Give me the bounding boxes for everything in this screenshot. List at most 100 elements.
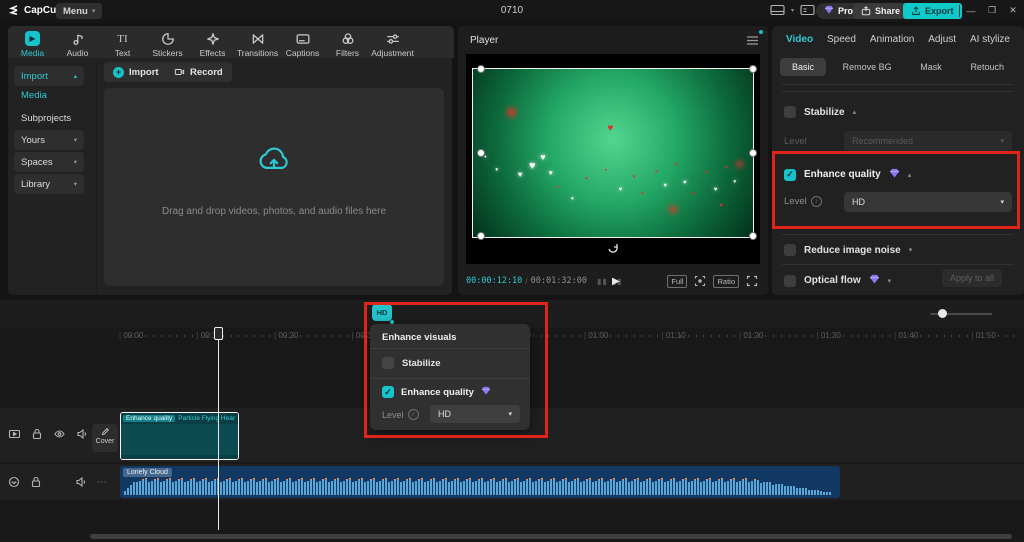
lock-icon[interactable]	[31, 428, 43, 440]
tab-label: Filters	[335, 48, 360, 58]
prev-frame-icon[interactable]: ▮▮	[597, 277, 608, 286]
export-button[interactable]: Export	[903, 3, 962, 19]
expand-icon[interactable]	[746, 275, 758, 287]
optical-flow-checkbox[interactable]	[784, 274, 796, 287]
horizontal-scrollbar[interactable]	[90, 534, 1012, 539]
chevron-down-icon[interactable]: ▾	[791, 7, 794, 14]
player-menu-icon[interactable]	[746, 30, 763, 49]
inspector-tab-adjust[interactable]: Adjust	[928, 34, 956, 45]
record-label: Record	[190, 66, 223, 78]
inspector-tab-video[interactable]: Video	[786, 34, 813, 45]
subtab-basic[interactable]: Basic	[780, 58, 827, 76]
player-stage: ♥ ♥ ♥ ♥ ♥ ♥ ♥ ♥ ♥ ♥ ♥ ♥ ♥ ♥ ♥ ♥ ♥ ♥ ♥ ♥ ♥ ♥ ♥ ♥ ♥ ♥ ♥	[466, 54, 760, 264]
tab-stickers[interactable]: Stickers	[145, 26, 190, 58]
sidebar-item-library[interactable]: Library ▾	[14, 174, 84, 194]
tab-media[interactable]: ▶ Media	[10, 26, 55, 58]
heart-particle: ♥	[691, 190, 695, 197]
heart-particle: ♥	[655, 168, 658, 175]
playhead-handle[interactable]	[214, 327, 223, 340]
layout-switch-icon[interactable]	[770, 4, 785, 16]
tab-transitions[interactable]: Transitions	[235, 26, 280, 58]
tab-label: Transitions	[236, 48, 279, 58]
eye-icon[interactable]	[53, 428, 66, 440]
chevron-down-icon[interactable]: ▾	[888, 277, 892, 285]
clip-name: Particle Flying Hear	[178, 415, 235, 422]
ruler-label: | 01:20	[739, 331, 764, 340]
speaker-icon[interactable]	[76, 428, 88, 440]
tab-audio[interactable]: Audio	[55, 26, 100, 58]
inspector-tab-animation[interactable]: Animation	[870, 34, 914, 45]
tab-text[interactable]: TI Text	[100, 26, 145, 59]
inspector-tab-ai-stylize[interactable]: AI stylize	[970, 34, 1010, 45]
enhance-quality-label: Enhance quality	[804, 169, 881, 180]
ruler-label: | 01:00	[584, 331, 609, 340]
subtab-remove-bg[interactable]: Remove BG	[831, 58, 904, 76]
focus-icon[interactable]	[694, 275, 706, 287]
selection-handle[interactable]	[477, 232, 485, 240]
heart-particle: ♥	[719, 203, 723, 210]
share-button[interactable]: Share	[853, 3, 909, 19]
popup-level-dropdown[interactable]: HD ▾	[430, 405, 520, 423]
rotate-handle-icon[interactable]	[607, 242, 619, 257]
subtab-mask[interactable]: Mask	[908, 58, 954, 76]
enhance-level-dropdown[interactable]: HD ▾	[844, 192, 1012, 212]
video-clip[interactable]: Enhance quality Particle Flying Hear	[120, 412, 239, 460]
more-icon[interactable]: ⋯	[97, 477, 108, 488]
audio-clip[interactable]: Lonely Cloud	[120, 466, 840, 498]
optical-flow-row: Optical flow ▾	[784, 274, 891, 287]
close-button[interactable]: ✕	[1008, 5, 1018, 16]
compact-layout-icon[interactable]	[800, 4, 815, 16]
subtab-retouch[interactable]: Retouch	[958, 58, 1016, 76]
heart-particle: ♥	[604, 167, 607, 173]
zoom-slider-track[interactable]	[930, 309, 992, 318]
ruler-label: | 01:40	[894, 331, 919, 340]
enhance-visuals-hd-button[interactable]: HD	[372, 304, 394, 324]
play-button[interactable]: ▶	[612, 276, 620, 287]
tab-filters[interactable]: Filters	[325, 26, 370, 58]
selection-handle[interactable]	[749, 232, 757, 240]
apply-to-all-button[interactable]: Apply to all	[942, 269, 1003, 287]
cover-button[interactable]: Cover	[92, 424, 118, 452]
video-preview[interactable]: ♥ ♥ ♥ ♥ ♥ ♥ ♥ ♥ ♥ ♥ ♥ ♥ ♥ ♥ ♥ ♥ ♥ ♥ ♥ ♥ ♥ ♥ ♥ ♥ ♥ ♥ ♥	[472, 68, 754, 238]
zoom-slider-handle[interactable]	[938, 309, 947, 318]
popup-stabilize-label: Stabilize	[402, 357, 441, 369]
tab-adjustment[interactable]: Adjustment	[370, 26, 415, 58]
sidebar-item-yours[interactable]: Yours ▾	[14, 130, 84, 150]
chevron-up-icon[interactable]: ▴	[908, 171, 912, 179]
tab-captions[interactable]: Captions	[280, 26, 325, 58]
full-screen-button[interactable]: Full	[667, 274, 688, 288]
selection-handle[interactable]	[749, 65, 757, 73]
lock-icon[interactable]	[30, 476, 42, 488]
import-button[interactable]: + Import	[104, 62, 168, 82]
playhead-line[interactable]	[218, 330, 219, 530]
selection-handle[interactable]	[749, 149, 757, 157]
sidebar-item-subprojects[interactable]: Subprojects	[21, 113, 71, 124]
popup-stabilize-checkbox[interactable]	[382, 357, 394, 369]
stabilize-checkbox[interactable]	[784, 106, 796, 118]
speaker-icon[interactable]	[75, 476, 87, 488]
ratio-button[interactable]: Ratio	[713, 274, 739, 288]
chevron-up-icon[interactable]: ▴	[853, 108, 857, 116]
sidebar-label: Library	[21, 178, 51, 190]
selection-handle[interactable]	[477, 149, 485, 157]
media-dropzone[interactable]: Drag and drop videos, photos, and audio …	[104, 88, 444, 286]
selection-handle[interactable]	[477, 65, 485, 73]
tab-effects[interactable]: Effects	[190, 26, 235, 58]
sidebar-item-spaces[interactable]: Spaces ▾	[14, 152, 84, 172]
record-button[interactable]: Record	[165, 62, 232, 82]
sidebar-item-import[interactable]: Import ▴	[14, 66, 84, 86]
stabilize-level-dropdown[interactable]: Recommended ▾	[844, 131, 1012, 151]
reduce-noise-checkbox[interactable]	[784, 244, 796, 256]
video-track-icon	[8, 428, 21, 440]
inspector-tab-speed[interactable]: Speed	[827, 34, 856, 45]
titlebar: CapCut Menu ▾ 0710 ▾ Pro Share Export — …	[0, 0, 1024, 22]
enhance-quality-checkbox[interactable]: ✓	[784, 168, 796, 181]
heart-particle: ♥	[557, 183, 560, 189]
chevron-down-icon[interactable]: ▾	[909, 246, 913, 254]
maximize-button[interactable]: ❐	[987, 5, 997, 16]
sidebar-item-media[interactable]: Media	[21, 90, 47, 101]
tab-label: Media	[20, 48, 45, 58]
export-icon	[911, 6, 921, 16]
minimize-button[interactable]: —	[966, 6, 976, 16]
popup-enhance-checkbox[interactable]: ✓	[382, 386, 394, 398]
